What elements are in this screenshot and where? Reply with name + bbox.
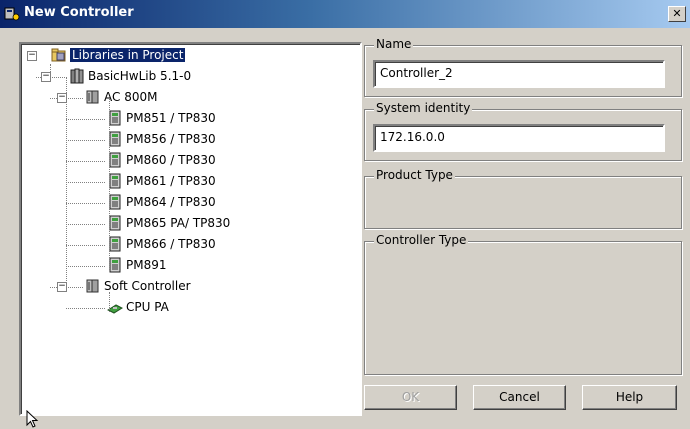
- system-identity-group: System identity 172.16.0.0: [364, 101, 682, 161]
- name-input[interactable]: Controller_2: [373, 60, 665, 88]
- close-icon: ✕: [672, 7, 682, 20]
- tree-connector: [66, 245, 105, 246]
- tree-node[interactable]: − AC 800M: [21, 89, 356, 107]
- expand-collapse-toggle[interactable]: −: [27, 51, 37, 61]
- window-title: New Controller: [24, 5, 134, 20]
- cancel-button[interactable]: Cancel: [473, 385, 566, 410]
- controller-rack-icon: [85, 278, 101, 294]
- tree-node-label: PM864 / TP830: [126, 195, 216, 209]
- title-bar: New Controller ✕: [0, 0, 690, 28]
- tree-node[interactable]: CPU PA: [21, 299, 356, 317]
- tree-node[interactable]: PM865 PA/ TP830: [21, 215, 356, 233]
- tree-node[interactable]: − BasicHwLib 5.1-0: [21, 68, 356, 86]
- app-icon: [4, 7, 20, 21]
- controller-type-label: Controller Type: [374, 233, 469, 247]
- tree-node-label: PM851 / TP830: [126, 111, 216, 125]
- close-button[interactable]: ✕: [668, 6, 686, 22]
- tree-node[interactable]: − Libraries in Project: [21, 47, 356, 65]
- system-identity-input[interactable]: 172.16.0.0: [373, 124, 665, 152]
- tree-node-label: CPU PA: [126, 300, 169, 314]
- tree-node[interactable]: PM861 / TP830: [21, 173, 356, 191]
- controller-rack-icon: [85, 89, 101, 105]
- tree-connector: [66, 119, 105, 120]
- tree-node-label: PM866 / TP830: [126, 237, 216, 251]
- product-type-group: Product Type: [364, 168, 682, 229]
- tree-connector: [66, 224, 105, 225]
- tree-node-label: PM856 / TP830: [126, 132, 216, 146]
- tree-connector: [66, 161, 105, 162]
- help-button[interactable]: Help: [582, 385, 677, 410]
- library-tree[interactable]: − Libraries in Project − BasicHwLib 5.1-0 − A…: [19, 42, 362, 416]
- tree-node-label: PM861 / TP830: [126, 174, 216, 188]
- tree-node[interactable]: PM866 / TP830: [21, 236, 356, 254]
- tree-node[interactable]: PM856 / TP830: [21, 131, 356, 149]
- tree-connector: [66, 308, 105, 309]
- tree-connector: [50, 64, 51, 76]
- tree-connector: [66, 182, 105, 183]
- tree-node-label: AC 800M: [104, 90, 158, 104]
- tree-connector: [66, 140, 105, 141]
- tree-node-label: Soft Controller: [104, 279, 191, 293]
- ok-button[interactable]: OK: [364, 385, 457, 410]
- hardware-library-icon: [69, 68, 85, 84]
- tree-connector: [109, 292, 110, 312]
- tree-node[interactable]: PM860 / TP830: [21, 152, 356, 170]
- system-identity-label: System identity: [374, 101, 473, 115]
- tree-connector: [66, 203, 105, 204]
- library-folder-icon: [51, 47, 67, 63]
- name-group: Name Controller_2: [364, 37, 682, 97]
- tree-connector: [66, 97, 67, 291]
- controller-type-group: Controller Type: [364, 233, 682, 375]
- tree-node[interactable]: − Soft Controller: [21, 278, 356, 296]
- tree-node-label: Libraries in Project: [70, 48, 186, 62]
- tree-node[interactable]: PM864 / TP830: [21, 194, 356, 212]
- tree-connector: [109, 99, 110, 270]
- tree-node-label: BasicHwLib 5.1-0: [88, 69, 192, 83]
- name-group-label: Name: [374, 37, 414, 51]
- tree-node-label: PM891: [126, 258, 167, 272]
- product-type-label: Product Type: [374, 168, 455, 182]
- tree-node[interactable]: PM851 / TP830: [21, 110, 356, 128]
- mouse-pointer-icon: [26, 410, 39, 428]
- tree-node[interactable]: PM891: [21, 257, 356, 275]
- tree-node-label: PM865 PA/ TP830: [126, 216, 231, 230]
- tree-connector: [66, 77, 67, 97]
- tree-node-label: PM860 / TP830: [126, 153, 216, 167]
- tree-connector: [66, 266, 105, 267]
